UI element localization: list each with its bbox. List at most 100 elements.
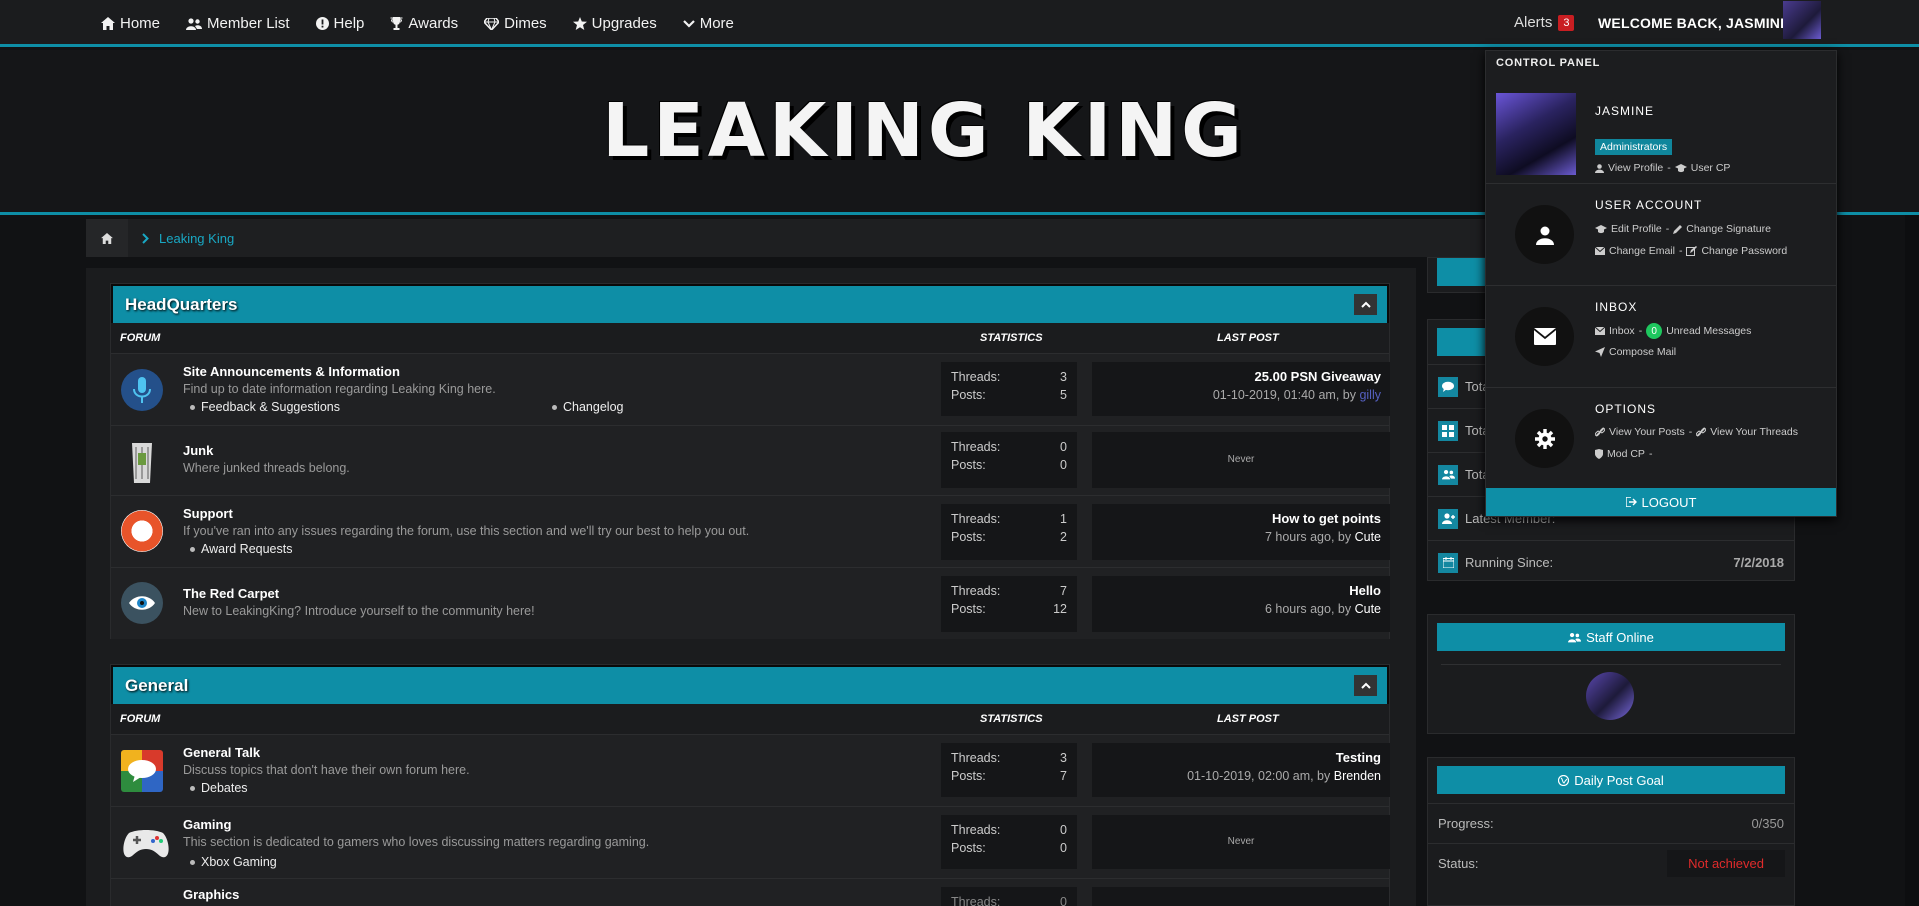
edit-profile-link[interactable]: Edit Profile	[1611, 223, 1662, 235]
threads-count: 0	[1060, 823, 1067, 837]
page-edge	[1905, 215, 1919, 906]
status-label: Status:	[1438, 856, 1479, 871]
gamepad-icon	[121, 821, 169, 863]
subforum-link[interactable]: Feedback & Suggestions	[190, 400, 340, 414]
nav-home[interactable]: Home	[101, 15, 160, 32]
chat-bubble-icon	[121, 750, 163, 792]
last-post-meta: 01-10-2019, 01:40 am, by	[1212, 388, 1360, 402]
nav-help-label: Help	[333, 15, 365, 32]
last-post-title[interactable]: Hello	[1349, 583, 1381, 598]
avatar[interactable]	[1496, 93, 1576, 175]
col-statistics: STATISTICS	[980, 332, 1043, 344]
comments-icon	[1438, 376, 1458, 397]
forum-stats: Threads: 0 Posts: 0	[941, 432, 1077, 488]
forum-description: This section is dedicated to gamers who …	[183, 835, 650, 849]
forum-description: Where junked threads belong.	[183, 461, 350, 475]
daily-goal-card: Daily Post Goal Progress: 0/350 Status: …	[1427, 757, 1795, 906]
separator: -	[1678, 245, 1683, 257]
forum-title[interactable]: Support	[183, 506, 233, 521]
inbox-title: INBOX	[1595, 300, 1638, 314]
last-post-title[interactable]: Testing	[1336, 750, 1381, 765]
users-icon	[1438, 464, 1458, 485]
unread-count-badge: 0	[1646, 323, 1663, 339]
view-your-threads-link[interactable]: View Your Threads	[1710, 426, 1798, 438]
posts-count: 0	[1060, 841, 1067, 855]
last-post-user[interactable]: gilly	[1359, 388, 1381, 402]
globe-icon	[1558, 774, 1570, 786]
forum-stats: Threads: 7 Posts: 12	[941, 576, 1077, 632]
staff-online-button[interactable]: Staff Online	[1437, 623, 1785, 651]
nav-upgrades[interactable]: Upgrades	[572, 15, 657, 32]
avatar[interactable]	[1783, 1, 1821, 39]
inbox-link[interactable]: Inbox	[1609, 325, 1635, 337]
forum-row: Graphics Threads: 0	[111, 878, 1389, 906]
staff-online-card: Staff Online	[1427, 614, 1795, 734]
posts-label: Posts:	[951, 458, 986, 472]
subforum-link[interactable]: Award Requests	[190, 542, 293, 556]
threads-count: 0	[1060, 895, 1067, 906]
user-account-links-2: Change Email - Change Password	[1595, 245, 1787, 257]
mod-cp-link[interactable]: Mod CP	[1607, 448, 1645, 460]
shield-icon	[1595, 449, 1603, 459]
forum-title[interactable]: Junk	[183, 443, 213, 458]
subforum-link[interactable]: Xbox Gaming	[190, 855, 277, 869]
category-title[interactable]: HeadQuarters	[125, 295, 237, 315]
category-headquarters: HeadQuarters FORUM STATISTICS LAST POST …	[110, 283, 1390, 639]
last-post-user[interactable]: Cute	[1355, 530, 1381, 544]
last-post-user[interactable]: Cute	[1355, 602, 1381, 616]
last-post-title[interactable]: How to get points	[1272, 511, 1381, 526]
category-header: General	[111, 665, 1389, 704]
alerts-label: Alerts	[1514, 14, 1553, 31]
forum-title[interactable]: General Talk	[183, 745, 260, 760]
user-icon	[1595, 163, 1604, 173]
threads-label: Threads:	[951, 370, 1001, 384]
unread-messages-link[interactable]: Unread Messages	[1666, 325, 1751, 337]
separator: -	[1688, 426, 1693, 438]
col-statistics: STATISTICS	[980, 713, 1043, 725]
breadcrumb-home[interactable]	[86, 219, 128, 257]
nav-awards[interactable]: Awards	[390, 15, 458, 32]
forum-title[interactable]: Gaming	[183, 817, 231, 832]
user-cp-link[interactable]: User CP	[1691, 162, 1731, 174]
grid-icon	[1438, 420, 1458, 441]
change-password-link[interactable]: Change Password	[1701, 245, 1787, 257]
forum-title[interactable]: Site Announcements & Information	[183, 364, 400, 379]
change-email-link[interactable]: Change Email	[1609, 245, 1675, 257]
posts-label: Posts:	[951, 769, 986, 783]
subforum-link[interactable]: Debates	[190, 781, 248, 795]
forum-title[interactable]: Graphics	[183, 887, 239, 902]
daily-goal-button[interactable]: Daily Post Goal	[1437, 766, 1785, 794]
users-icon	[186, 17, 203, 30]
change-signature-link[interactable]: Change Signature	[1686, 223, 1771, 235]
view-profile-link[interactable]: View Profile	[1608, 162, 1663, 174]
running-since-label: Running Since:	[1465, 555, 1554, 570]
forum-title[interactable]: The Red Carpet	[183, 586, 279, 601]
view-your-posts-link[interactable]: View Your Posts	[1609, 426, 1685, 438]
collapse-button[interactable]	[1354, 294, 1377, 315]
collapse-button[interactable]	[1354, 675, 1377, 696]
compose-mail-link[interactable]: Compose Mail	[1609, 346, 1676, 358]
alerts-button[interactable]: Alerts 3	[1514, 14, 1575, 31]
forum-row: General Talk Discuss topics that don't h…	[111, 734, 1390, 806]
nav-member-list[interactable]: Member List	[186, 15, 290, 32]
nav-help[interactable]: Help	[315, 15, 365, 32]
user-account-links: Edit Profile - Change Signature	[1595, 223, 1771, 235]
avatar[interactable]	[1586, 672, 1634, 720]
logout-label: LOGOUT	[1641, 494, 1697, 510]
forum-row: Support If you've ran into any issues re…	[111, 495, 1390, 567]
nav-dimes[interactable]: Dimes	[484, 15, 547, 32]
last-post-meta: 6 hours ago, by	[1264, 602, 1355, 616]
welcome-dropdown[interactable]: WELCOME BACK, JASMINE	[1598, 15, 1804, 31]
forum-list: HeadQuarters FORUM STATISTICS LAST POST …	[86, 268, 1416, 906]
category-title[interactable]: General	[125, 676, 188, 696]
breadcrumb-item-leaking-king[interactable]: Leaking King	[142, 231, 234, 246]
last-post-user[interactable]: Brenden	[1334, 769, 1381, 783]
last-post-title[interactable]: 25.00 PSN Giveaway	[1255, 369, 1381, 384]
subforum-link[interactable]: Changelog	[552, 400, 623, 414]
last-post: How to get points 7 hours ago, by Cute	[1092, 504, 1390, 560]
nav-more[interactable]: More	[682, 15, 734, 32]
threads-count: 3	[1060, 370, 1067, 384]
logout-button[interactable]: LOGOUT	[1486, 488, 1836, 516]
microphone-icon	[121, 369, 163, 411]
last-post: 25.00 PSN Giveaway 01-10-2019, 01:40 am,…	[1092, 362, 1390, 416]
